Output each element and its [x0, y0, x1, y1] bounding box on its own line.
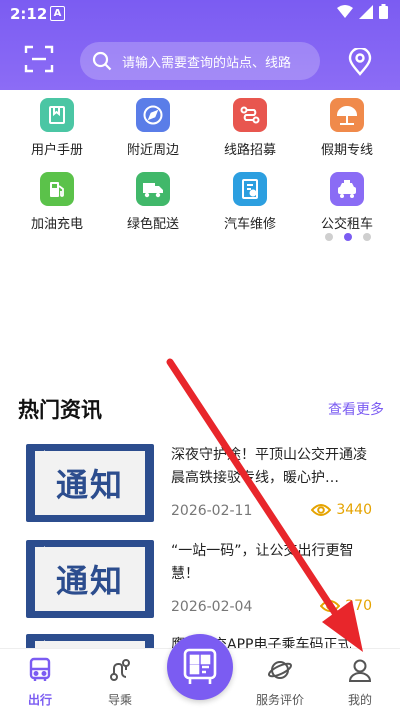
thumbnail-text: 通知	[55, 466, 124, 504]
scan-icon	[24, 45, 54, 73]
menu-holiday-line[interactable]: 假期专线	[297, 98, 397, 158]
menu-route-recruit[interactable]: 线路招募	[200, 98, 300, 158]
menu-nearby[interactable]: 附近周边	[103, 98, 203, 158]
menu-label: 汽车维修	[223, 217, 276, 232]
menu-label: 线路招募	[223, 143, 276, 158]
nav-label: 出行	[27, 693, 52, 707]
page-dot-active[interactable]	[344, 233, 352, 241]
news-thumbnail: 通知	[26, 540, 154, 618]
news-views: 270	[320, 598, 372, 614]
profile-icon	[348, 659, 372, 682]
status-time: 2:12	[10, 5, 48, 23]
route-icon	[233, 98, 267, 132]
nav-label: 我的	[347, 693, 372, 707]
news-item[interactable]: 通知 “一站一码”，让公交出行更智慧！ 2026-02-04 270	[0, 540, 400, 630]
news-views: 3440	[311, 502, 372, 518]
menu-green-delivery[interactable]: 绿色配送	[103, 172, 203, 232]
menu-label: 用户手册	[30, 143, 83, 158]
eye-icon	[320, 600, 341, 612]
truck-icon	[136, 172, 170, 206]
search-icon	[92, 51, 112, 71]
news-title: 深夜守护途！平顶山公交开通凌晨高铁接驳专线，暖心护…	[171, 447, 367, 486]
umbrella-icon	[330, 98, 364, 132]
search-bar[interactable]: 请输入需要查询的站点、线路	[80, 42, 320, 80]
signal-icon	[359, 4, 373, 19]
wifi-icon	[337, 4, 353, 18]
menu-car-repair[interactable]: 汽车维修	[200, 172, 300, 232]
notification-badge: A	[50, 6, 65, 21]
nav-service-rating[interactable]: 服务评价	[240, 657, 320, 708]
qr-code-button[interactable]	[167, 634, 233, 700]
views-count: 270	[345, 598, 372, 614]
menu-label: 加油充电	[30, 217, 83, 232]
status-icons	[337, 4, 388, 19]
menu-label: 假期专线	[320, 143, 373, 158]
news-thumbnail: 通知	[26, 444, 154, 522]
page-dot[interactable]	[363, 233, 371, 241]
news-title: “一站一码”，让公交出行更智慧！	[171, 543, 354, 582]
top-header: 2:12 A 请输入需要查询的站点、线路	[0, 0, 400, 90]
nav-label: 导乘	[107, 693, 132, 707]
route-guide-icon	[110, 659, 130, 681]
search-placeholder: 请输入需要查询的站点、线路	[122, 56, 292, 71]
bus-icon	[29, 657, 51, 681]
repair-icon	[233, 172, 267, 206]
news-section-title: 热门资讯	[18, 398, 102, 422]
nav-label: 服务评价	[255, 693, 304, 707]
planet-icon	[267, 661, 293, 679]
news-date: 2026-02-04	[171, 599, 253, 615]
status-bar: 2:12 A	[0, 0, 400, 28]
news-date: 2026-02-11	[171, 503, 253, 519]
qr-code-icon	[183, 648, 217, 684]
battery-icon	[379, 4, 388, 19]
location-pin-icon	[348, 46, 372, 76]
menu-user-manual[interactable]: 用户手册	[7, 98, 107, 158]
book-icon	[40, 98, 74, 132]
menu-bus-rental[interactable]: 公交租车	[297, 172, 397, 232]
menu-label: 绿色配送	[126, 217, 179, 232]
news-item[interactable]: 通知 深夜守护途！平顶山公交开通凌晨高铁接驳专线，暖心护… 2026-02-11…	[0, 444, 400, 534]
page-dot[interactable]	[325, 233, 333, 241]
nav-guide[interactable]: 导乘	[80, 657, 160, 708]
thumbnail-text: 通知	[55, 562, 124, 600]
page-indicator	[325, 233, 371, 241]
fuel-icon	[40, 172, 74, 206]
menu-label: 公交租车	[320, 217, 373, 232]
scan-button[interactable]	[24, 44, 54, 74]
views-count: 3440	[336, 502, 372, 518]
nav-travel[interactable]: 出行	[0, 657, 80, 708]
eye-icon	[311, 504, 332, 516]
menu-label: 附近周边	[126, 143, 179, 158]
location-button[interactable]	[348, 46, 372, 76]
nav-mine[interactable]: 我的	[320, 657, 400, 708]
view-more-link[interactable]: 查看更多	[328, 399, 384, 419]
compass-icon	[136, 98, 170, 132]
menu-fuel-charge[interactable]: 加油充电	[7, 172, 107, 232]
taxi-icon	[330, 172, 364, 206]
